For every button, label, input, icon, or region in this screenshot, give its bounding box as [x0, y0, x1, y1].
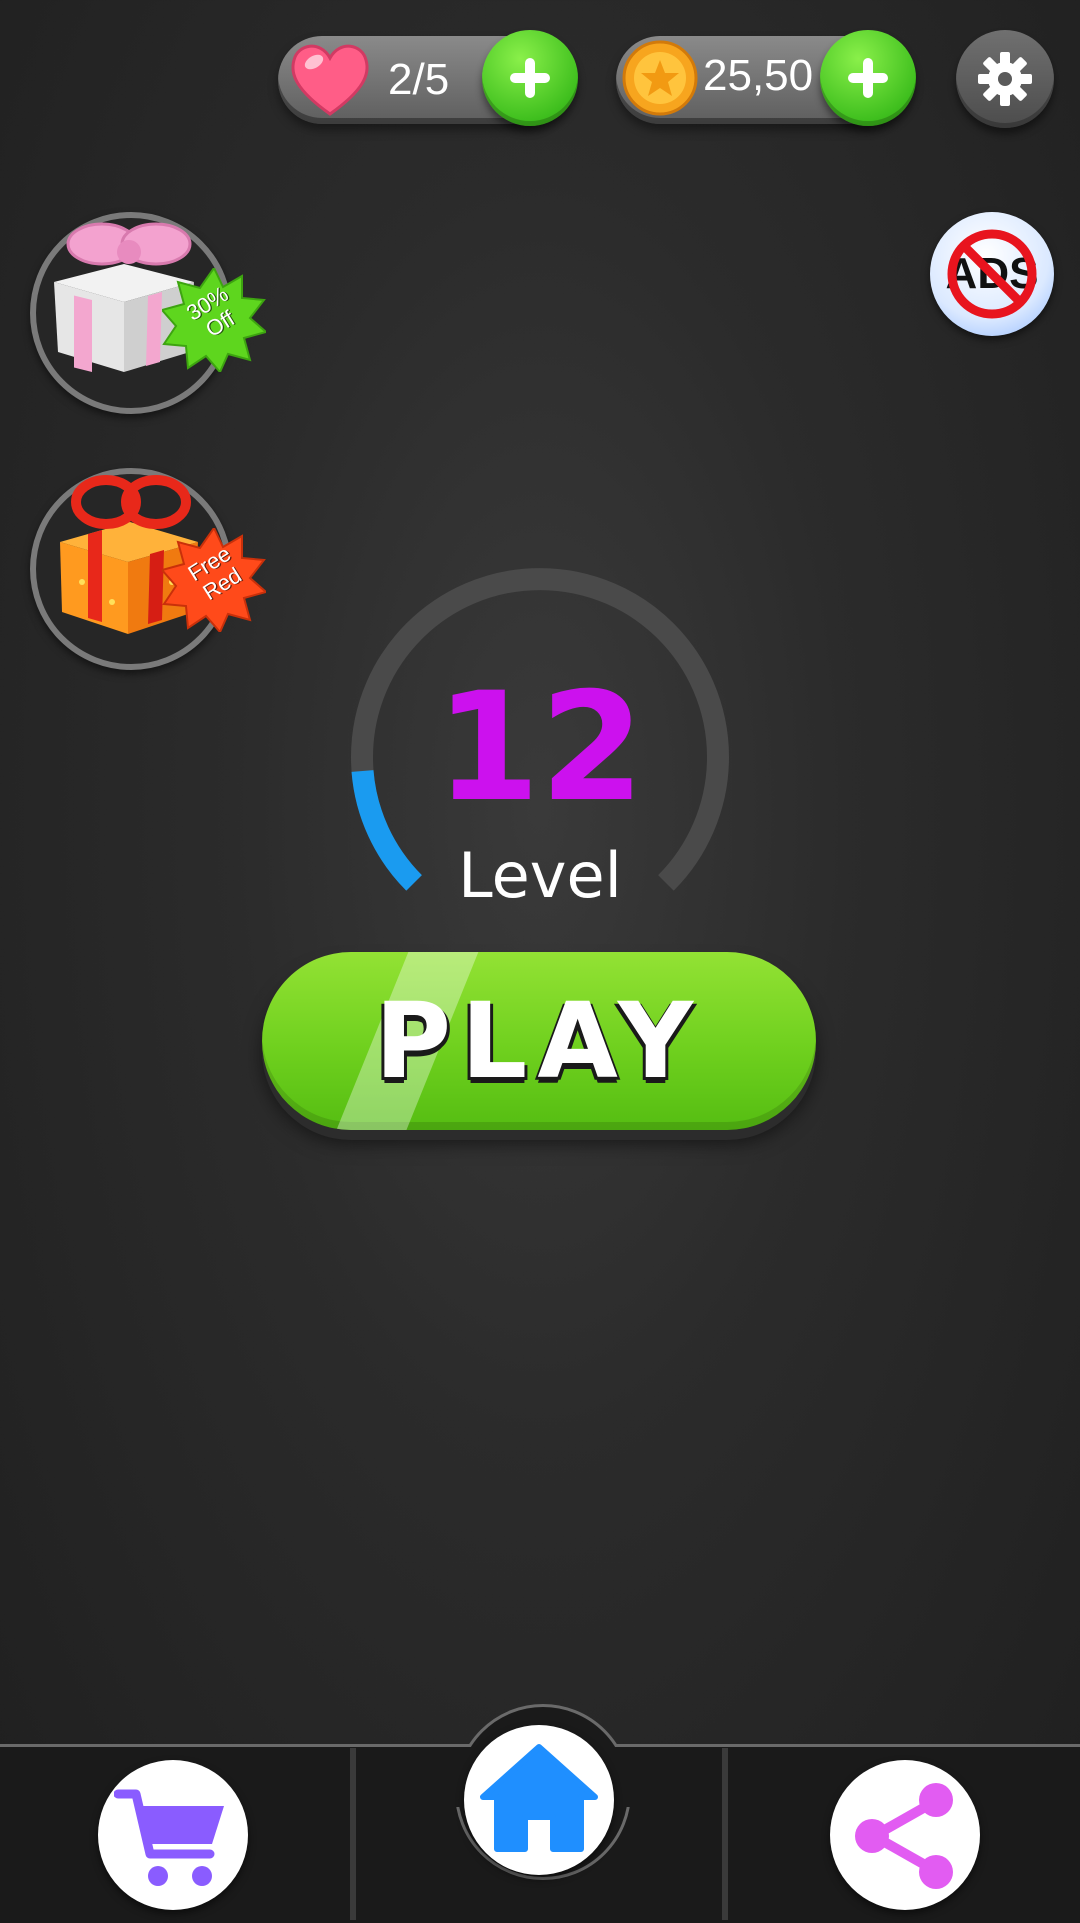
add-lives-button[interactable] [482, 30, 578, 126]
home-tab[interactable] [464, 1725, 614, 1875]
share-icon [855, 1783, 953, 1889]
coins-count: 25,50 [703, 51, 814, 100]
nav-divider [350, 1748, 356, 1920]
coin-icon [622, 40, 698, 120]
level-label: Level [458, 839, 622, 912]
no-ads-button[interactable]: ADS [930, 212, 1054, 336]
plus-icon [510, 58, 550, 98]
play-button[interactable]: PLAY [262, 952, 816, 1130]
heart-icon [288, 38, 372, 122]
plus-icon [848, 58, 888, 98]
settings-button[interactable] [956, 30, 1054, 128]
cart-icon [114, 1789, 224, 1886]
nav-divider [722, 1748, 728, 1920]
play-label: PLAY [374, 980, 704, 1102]
shop-tab[interactable] [98, 1760, 248, 1910]
level-number: 12 [435, 661, 645, 835]
add-coins-button[interactable] [820, 30, 916, 126]
share-tab[interactable] [830, 1760, 980, 1910]
no-ads-icon: ADS [946, 229, 1038, 319]
home-icon [480, 1744, 598, 1852]
lives-count: 2/5 [388, 55, 450, 104]
gear-icon [978, 52, 1032, 106]
